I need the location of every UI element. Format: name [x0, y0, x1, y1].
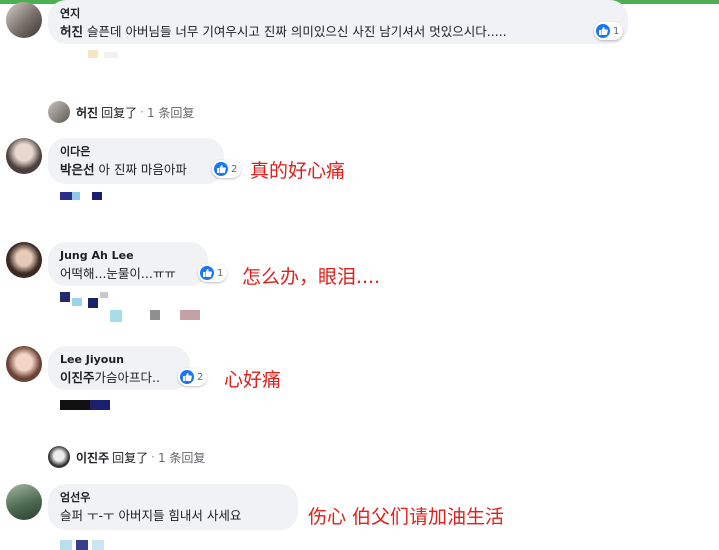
comment-bubble: Lee Jiyoun 이진주가슴아프다.. — [48, 346, 190, 390]
reply-count: 1 条回复 — [157, 450, 206, 465]
censored-block — [92, 540, 104, 550]
comment-author[interactable]: Lee Jiyoun — [60, 352, 178, 367]
like-icon — [180, 370, 194, 384]
annotation-text: 伤心 伯父们请加油生活 — [308, 506, 505, 528]
censored-block — [72, 298, 82, 306]
censored-block — [88, 50, 98, 58]
annotation-text: 心好痛 — [224, 369, 282, 391]
reaction-count[interactable]: 1 — [198, 264, 228, 282]
avatar — [48, 446, 70, 468]
comment-bubble: 연지 허진 슬픈데 아버님들 너무 기여우시고 진짜 의미있으신 사진 남기셔서… — [48, 0, 628, 44]
censored-block — [90, 400, 110, 410]
avatar[interactable] — [6, 2, 42, 38]
like-icon — [200, 266, 214, 280]
reaction-count[interactable]: 1 — [594, 22, 624, 40]
avatar[interactable] — [6, 242, 42, 278]
like-icon — [596, 24, 610, 38]
censored-block — [110, 310, 122, 322]
censored-block — [100, 292, 108, 298]
reaction-count[interactable]: 2 — [212, 160, 242, 178]
avatar[interactable] — [6, 138, 42, 174]
comment-text: 허진 슬픈데 아버님들 너무 기여우시고 진짜 의미있으신 사진 남기셔서 멋있… — [60, 24, 507, 39]
censored-block — [60, 192, 72, 200]
mention-tag[interactable]: 박은선 — [60, 162, 95, 177]
censored-block — [60, 292, 70, 302]
avatar[interactable] — [6, 346, 42, 382]
reply-author: 이진주 — [76, 450, 110, 465]
comment-author[interactable]: 이다은 — [60, 144, 212, 159]
mention-tag[interactable]: 허진 — [60, 24, 83, 39]
comment-text: 어떡해...눈물이...ㅠㅠ — [60, 266, 176, 281]
comment-author[interactable]: 엄선우 — [60, 490, 286, 505]
censored-block — [88, 298, 98, 308]
censored-block — [92, 192, 102, 200]
censored-block — [76, 540, 88, 550]
comment-author[interactable]: 연지 — [60, 6, 616, 21]
reply-count: 1 条回复 — [146, 105, 195, 120]
comment-author[interactable]: Jung Ah Lee — [60, 248, 196, 263]
comment-bubble: Jung Ah Lee 어떡해...눈물이...ㅠㅠ — [48, 242, 208, 286]
like-icon — [214, 162, 228, 176]
censored-block — [60, 400, 90, 410]
censored-block — [150, 310, 160, 320]
mention-tag[interactable]: 이진주 — [60, 370, 95, 385]
comment-bubble: 이다은 박은선 아 진짜 마음아파 — [48, 138, 224, 184]
avatar[interactable] — [6, 484, 42, 520]
comment-text: 박은선 아 진짜 마음아파 — [60, 162, 187, 177]
reaction-count[interactable]: 2 — [178, 368, 208, 386]
comment-text: 이진주가슴아프다.. — [60, 370, 160, 385]
avatar — [48, 101, 70, 123]
censored-block — [180, 310, 200, 320]
censored-block — [72, 192, 80, 200]
reply-line[interactable]: 이진주 回复了 · 1 条回复 — [48, 446, 205, 468]
censored-block — [60, 540, 72, 550]
comment-bubble: 엄선우 슬퍼 ㅜ-ㅜ 아버지들 힘내서 사세요 — [48, 484, 298, 530]
comment-text: 슬퍼 ㅜ-ㅜ 아버지들 힘내서 사세요 — [60, 508, 242, 523]
reply-line[interactable]: 허진 回复了 · 1 条回复 — [48, 101, 194, 123]
reply-author: 허진 — [76, 105, 99, 120]
annotation-text: 怎么办，眼泪.... — [242, 266, 381, 288]
censored-block — [104, 52, 118, 58]
annotation-text: 真的好心痛 — [250, 160, 346, 182]
